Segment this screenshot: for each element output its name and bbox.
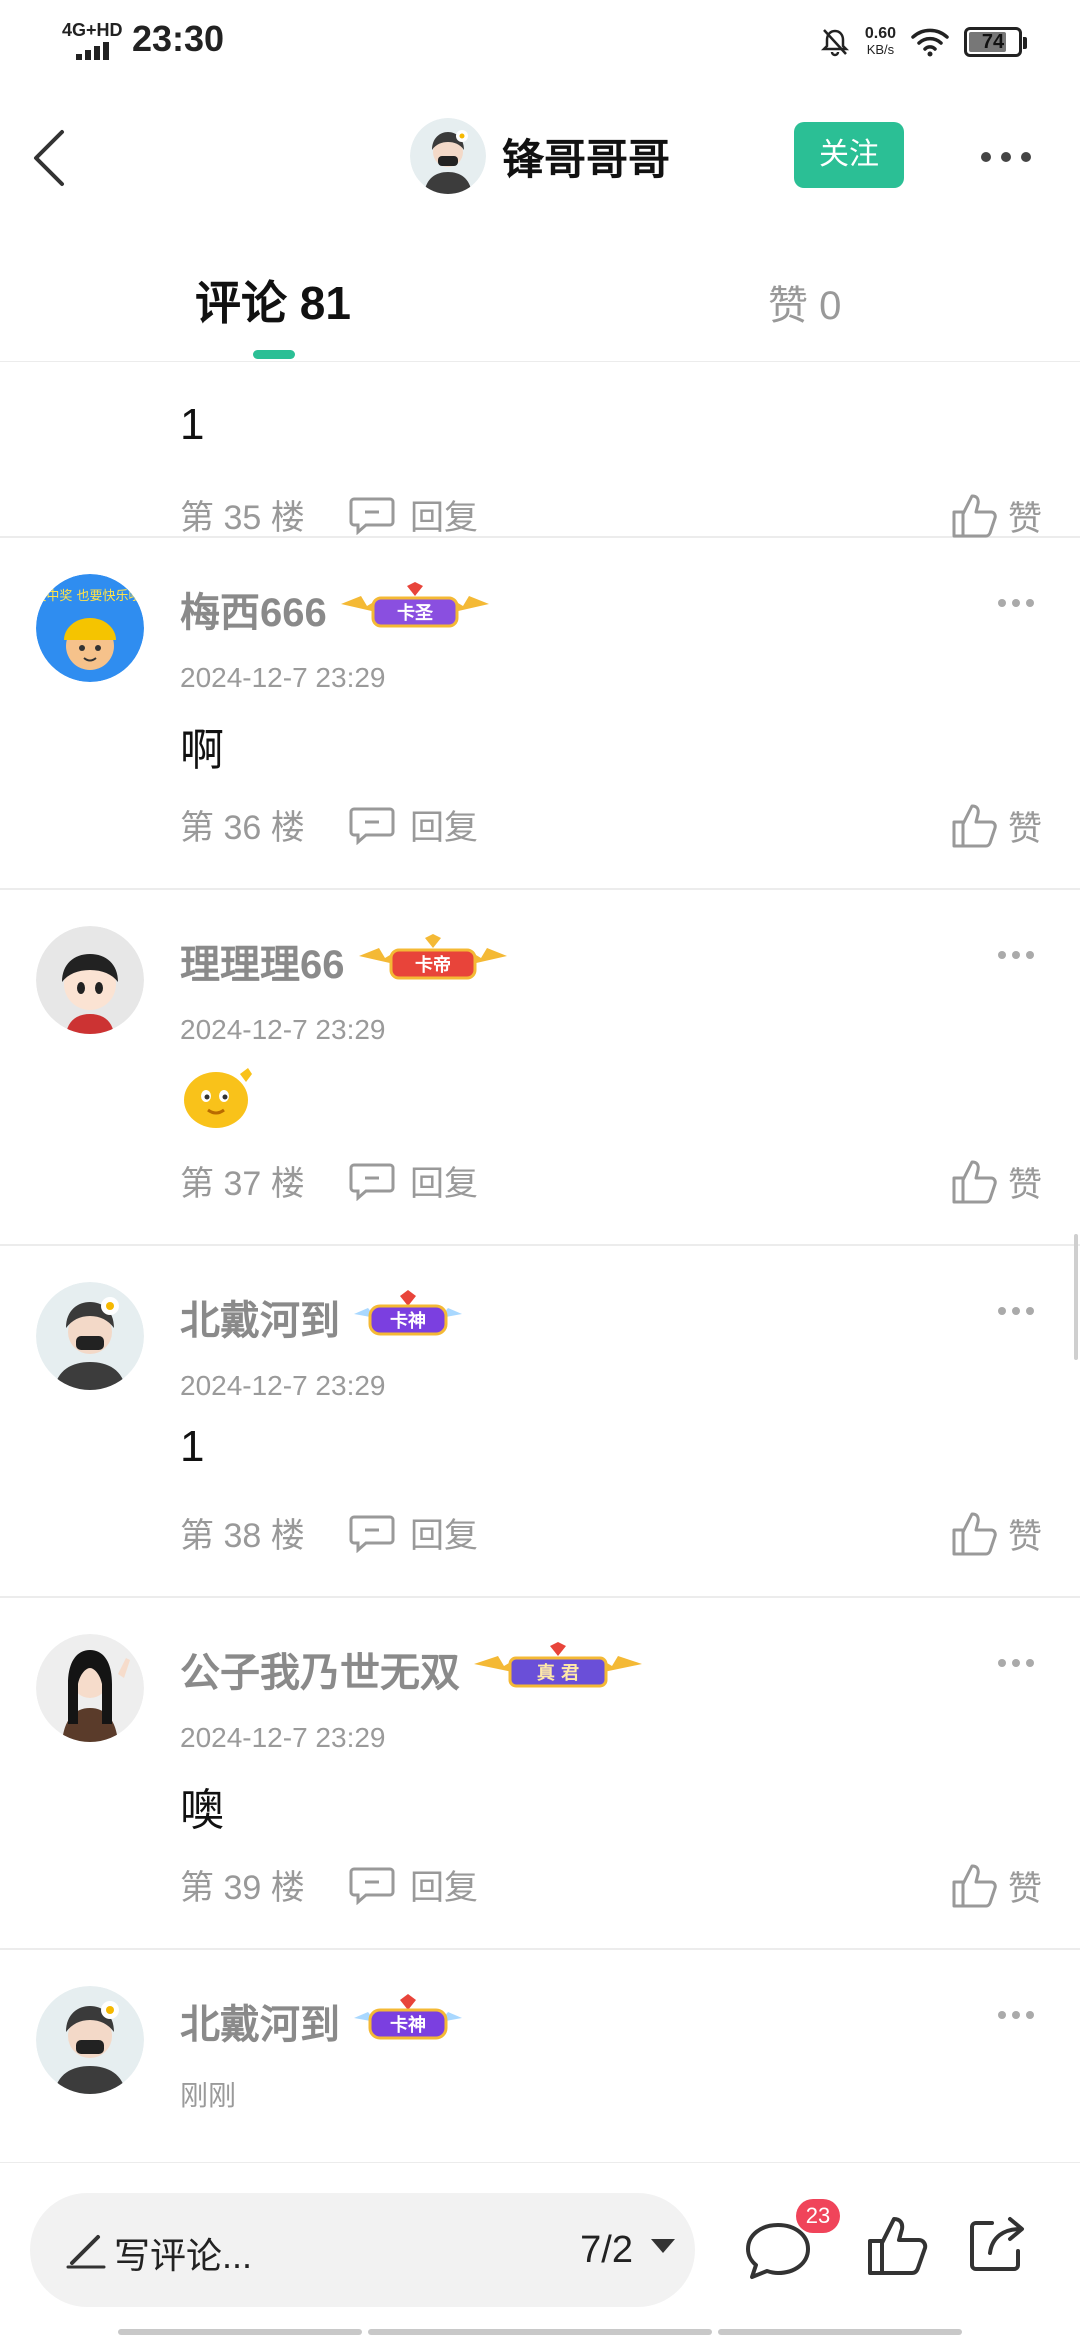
like-button[interactable]: 赞	[950, 1860, 1042, 1910]
write-comment-placeholder: 写评论...	[114, 2235, 253, 2276]
avatar[interactable]	[36, 1634, 144, 1742]
avatar[interactable]: 没中奖 也要快乐哦!	[36, 574, 144, 682]
thumbs-up-icon[interactable]	[864, 2213, 930, 2279]
reply-button[interactable]: 回复	[348, 1508, 478, 1557]
svg-text:真 君: 真 君	[537, 1662, 579, 1684]
header: 锋哥哥哥 关注	[0, 82, 1080, 227]
mute-notification-icon	[820, 29, 849, 57]
thumbs-up-icon	[952, 1864, 997, 1908]
reply-icon	[349, 1867, 395, 1905]
status-bar: 4G+HD 23:30 0.60 KB/s 74	[0, 0, 1080, 82]
page-indicator[interactable]: 7/2	[580, 2229, 633, 2272]
commenter-name[interactable]: 理理理66	[180, 932, 345, 990]
comment-time: 2024-12-7 23:29	[180, 1370, 386, 1401]
comment-text: 噢	[180, 1786, 224, 1835]
rank-badge: 卡圣	[341, 582, 489, 628]
reply-button[interactable]: 回复	[348, 800, 478, 849]
commenter-name[interactable]: 北戴河到	[180, 1288, 340, 1346]
follow-button[interactable]: 关注	[794, 122, 904, 188]
comment-item: 1 第 35 楼 回复 赞	[0, 362, 1080, 538]
wifi-icon	[911, 28, 949, 57]
comment-icon[interactable]	[744, 2221, 812, 2281]
chevron-down-icon[interactable]	[651, 2239, 675, 2253]
svg-text:卡神: 卡神	[390, 2014, 426, 2036]
tab-active-indicator	[253, 350, 295, 359]
floor-number: 第 37 楼	[180, 1165, 305, 1203]
back-icon[interactable]	[22, 118, 78, 198]
reply-icon	[349, 1163, 395, 1201]
avatar[interactable]	[36, 1986, 144, 2094]
thumbs-up-icon	[952, 494, 997, 538]
like-button[interactable]: 赞	[950, 800, 1042, 850]
share-icon[interactable]	[966, 2213, 1028, 2275]
more-options-icon[interactable]	[996, 2008, 1036, 2022]
author-name[interactable]: 锋哥哥哥	[502, 126, 670, 187]
tab-bar: 评论 81 赞 0	[0, 227, 1080, 362]
comment-text: 1	[180, 400, 205, 449]
comment-item: 北戴河到 卡神 2024-12-7 23:29 1 第 38 楼 回复 赞	[0, 1246, 1080, 1598]
pencil-icon	[66, 2235, 106, 2269]
thumbs-up-icon	[952, 1160, 997, 1204]
gesture-bar	[118, 2329, 962, 2335]
like-button[interactable]: 赞	[950, 490, 1042, 540]
floor-number: 第 35 楼	[180, 499, 305, 537]
scrollbar[interactable]	[1074, 1234, 1078, 1360]
floor-number: 第 38 楼	[180, 1517, 305, 1555]
rank-badge: 卡神	[354, 1290, 462, 1336]
reply-icon	[349, 497, 395, 535]
comment-time: 2024-12-7 23:29	[180, 662, 386, 693]
author-avatar[interactable]	[410, 118, 486, 194]
tab-likes[interactable]: 赞 0	[768, 273, 841, 331]
comment-item: 理理理66 卡帝 2024-12-7 23:29 第 37 楼 回复 赞	[0, 890, 1080, 1246]
svg-text:没中奖 也要快乐哦!: 没中奖 也要快乐哦!	[36, 589, 144, 604]
thumbs-up-icon	[952, 804, 997, 848]
reply-icon	[349, 807, 395, 845]
bottom-bar: 写评论... 7/2 23	[0, 2162, 1080, 2340]
commenter-name[interactable]: 北戴河到	[180, 1992, 340, 2050]
floor-number: 第 39 楼	[180, 1869, 305, 1907]
rank-badge: 真 君	[474, 1642, 642, 1688]
reply-button[interactable]: 回复	[348, 1156, 478, 1205]
battery-icon: 74	[964, 27, 1027, 57]
comment-text: 1	[180, 1422, 205, 1471]
svg-text:卡圣: 卡圣	[397, 602, 434, 624]
reply-icon	[349, 1515, 395, 1553]
reply-button[interactable]: 回复	[348, 490, 478, 539]
network-type: 4G+HD	[62, 20, 123, 40]
battery-level: 74	[981, 31, 1005, 53]
status-time: 23:30	[132, 18, 225, 59]
svg-text:卡帝: 卡帝	[415, 954, 451, 976]
more-options-icon[interactable]	[996, 948, 1036, 962]
comment-item: 北戴河到 卡神 刚刚	[0, 1950, 1080, 2162]
avatar[interactable]	[36, 1282, 144, 1390]
tab-comments[interactable]: 评论 81	[195, 267, 351, 333]
comment-time: 刚刚	[180, 2080, 237, 2111]
like-button[interactable]: 赞	[950, 1156, 1042, 1206]
comment-time: 2024-12-7 23:29	[180, 1014, 386, 1045]
signal-icon: 4G+HD	[62, 20, 123, 60]
floor-number: 第 36 楼	[180, 809, 305, 847]
avatar[interactable]	[36, 926, 144, 1034]
comment-item: 公子我乃世无双 真 君 2024-12-7 23:29 噢 第 39 楼 回复 …	[0, 1598, 1080, 1950]
more-options-icon[interactable]	[996, 1304, 1036, 1318]
reply-button[interactable]: 回复	[348, 1860, 478, 1909]
thumbs-up-icon	[952, 1512, 997, 1556]
rank-badge: 卡帝	[359, 934, 507, 980]
comment-time: 2024-12-7 23:29	[180, 1722, 386, 1753]
emoji-sticker	[184, 1068, 252, 1128]
comment-list: 1 第 35 楼 回复 赞 没中奖 也要快乐哦! 梅西666 卡圣 2024-1…	[0, 362, 1080, 2162]
svg-text:卡神: 卡神	[390, 1310, 426, 1332]
commenter-name[interactable]: 公子我乃世无双	[180, 1640, 460, 1698]
comment-text: 啊	[180, 726, 224, 775]
more-options-icon[interactable]	[996, 596, 1036, 610]
more-options-icon[interactable]	[976, 142, 1036, 172]
like-button[interactable]: 赞	[950, 1508, 1042, 1558]
write-comment-input[interactable]: 写评论... 7/2	[30, 2193, 695, 2307]
rank-badge: 卡神	[354, 1994, 462, 2040]
network-speed: 0.60 KB/s	[864, 25, 896, 58]
commenter-name[interactable]: 梅西666	[180, 580, 327, 638]
comment-item: 没中奖 也要快乐哦! 梅西666 卡圣 2024-12-7 23:29 啊 第 …	[0, 538, 1080, 890]
comment-count-badge: 23	[796, 2199, 840, 2233]
more-options-icon[interactable]	[996, 1656, 1036, 1670]
